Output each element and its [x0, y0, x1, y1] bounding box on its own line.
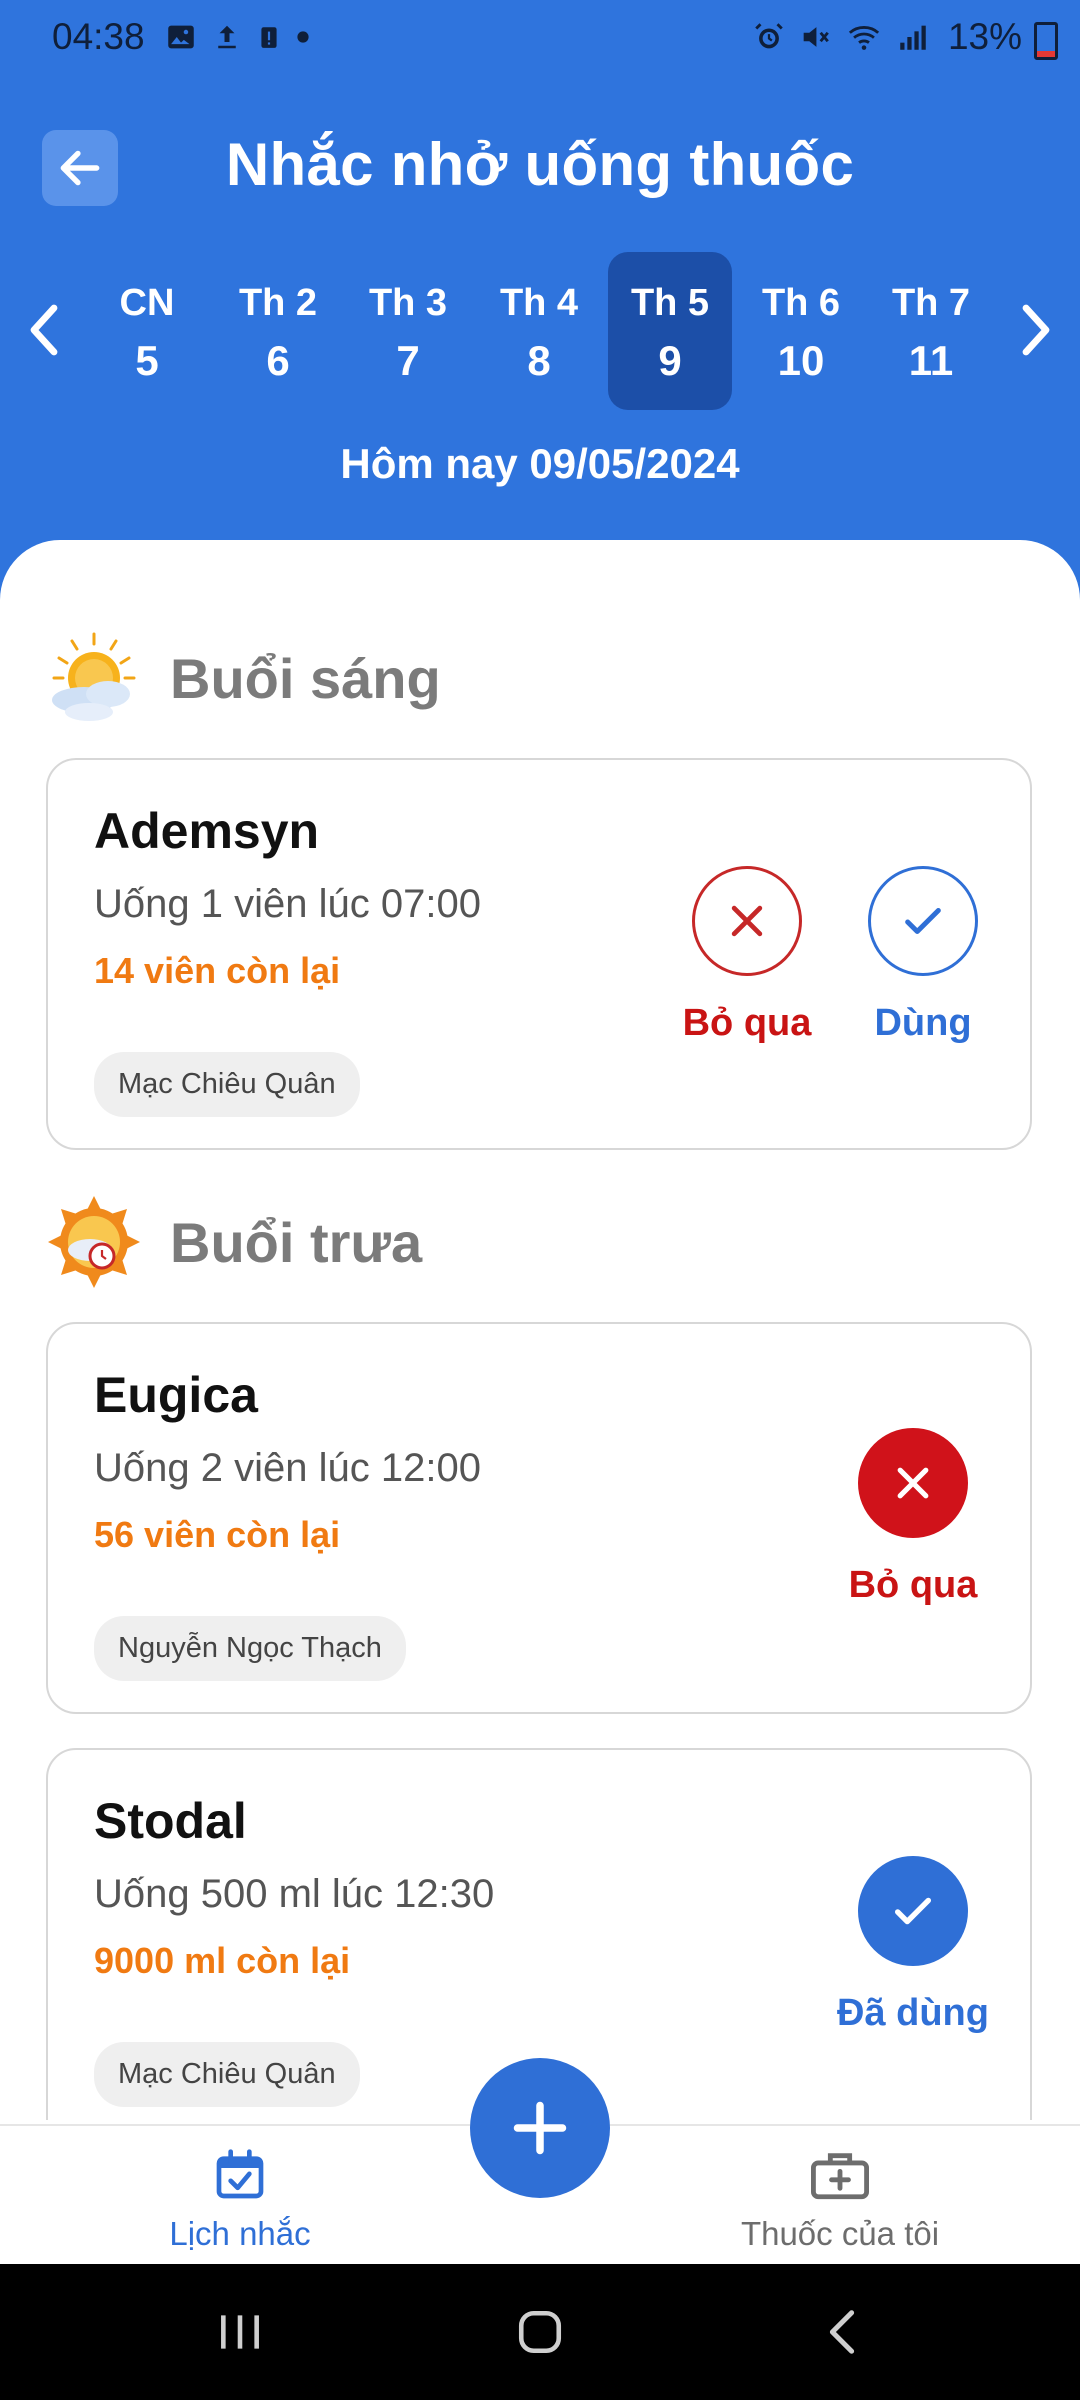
- section-title: Buổi trưa: [170, 1210, 423, 1274]
- medicine-name: Ademsyn: [94, 803, 320, 859]
- day-friday[interactable]: Th 6 10: [739, 252, 863, 410]
- day-name: Th 3: [368, 282, 448, 324]
- section-title: Buổi sáng: [170, 646, 441, 710]
- nav-schedule-label: Lịch nhắc: [169, 2215, 311, 2252]
- medicine-remaining: 14 viên còn lại: [94, 950, 341, 991]
- nav-my-medicines[interactable]: Thuốc của tôi: [720, 2146, 960, 2253]
- taken-circle[interactable]: [858, 1856, 968, 1966]
- today-date-label: Hôm nay 09/05/2024: [340, 440, 740, 487]
- alarm-icon: [755, 23, 783, 49]
- sun-clock-icon: [48, 1196, 140, 1288]
- check-icon: [905, 907, 941, 935]
- take-circle[interactable]: [868, 866, 978, 976]
- take-button[interactable]: Dùng: [858, 866, 988, 1045]
- day-name: Th 5: [630, 282, 710, 324]
- medicine-dose: Uống 2 viên lúc 12:00: [94, 1446, 481, 1490]
- skip-circle[interactable]: [692, 866, 802, 976]
- reminder-list[interactable]: Buổi sáng Ademsyn Uống 1 viên lúc 07:00 …: [0, 540, 1080, 2120]
- system-navigation-bar: [0, 2264, 1080, 2400]
- taken-label: Đã dùng: [837, 1992, 989, 2034]
- day-sunday[interactable]: CN 5: [85, 252, 209, 410]
- alert-battery-icon: [261, 27, 277, 48]
- medicine-dose: Uống 500 ml lúc 12:30: [94, 1872, 495, 1916]
- dot-icon: [297, 31, 309, 43]
- day-number: 9: [658, 337, 682, 384]
- medicine-dose: Uống 1 viên lúc 07:00: [94, 882, 481, 926]
- medicine-name: Eugica: [94, 1367, 258, 1423]
- skipped-label: Bỏ qua: [848, 1564, 978, 1606]
- home-button[interactable]: [510, 2302, 570, 2362]
- status-right-icons: [752, 20, 930, 54]
- medicine-remaining: 9000 ml còn lại: [94, 1940, 351, 1981]
- plus-icon: [513, 2101, 567, 2155]
- check-icon: [894, 1897, 932, 1925]
- day-name: Th 4: [499, 282, 579, 324]
- home-icon: [518, 2310, 562, 2354]
- day-number: 8: [527, 337, 551, 384]
- day-wednesday[interactable]: Th 4 8: [477, 252, 601, 410]
- owner-tag: Mạc Chiêu Quân: [94, 2042, 360, 2107]
- section-morning: Buổi sáng: [44, 628, 441, 728]
- day-saturday[interactable]: Th 7 11: [869, 252, 993, 410]
- owner-tag: Mạc Chiêu Quân: [94, 1052, 360, 1117]
- close-icon: [731, 905, 763, 937]
- day-number: 7: [396, 337, 420, 384]
- skipped-status-button[interactable]: Bỏ qua: [828, 1428, 998, 1607]
- wifi-icon: [848, 26, 880, 50]
- skip-label: Bỏ qua: [682, 1002, 812, 1044]
- status-bar: 04:38 13%: [0, 0, 1080, 78]
- close-icon: [897, 1467, 929, 1499]
- day-tuesday[interactable]: Th 3 7: [346, 252, 470, 410]
- recent-apps-icon: [221, 2315, 259, 2349]
- day-monday[interactable]: Th 2 6: [216, 252, 340, 410]
- medicine-name: Stodal: [94, 1793, 247, 1849]
- day-name: Th 6: [761, 282, 841, 324]
- chevron-right-icon: [1022, 304, 1050, 356]
- system-back-button[interactable]: [812, 2302, 872, 2362]
- taken-status-button[interactable]: Đã dùng: [818, 1856, 1008, 2035]
- image-icon: [168, 25, 194, 49]
- nav-schedule[interactable]: Lịch nhắc: [140, 2146, 340, 2253]
- battery-percent: 13%: [947, 16, 1022, 57]
- chevron-left-icon: [30, 304, 58, 356]
- sun-cloud-icon: [52, 632, 136, 721]
- status-left-icons: [164, 20, 310, 54]
- day-name: CN: [119, 282, 175, 324]
- day-number: 11: [908, 337, 954, 384]
- reminder-card-ademsyn[interactable]: Ademsyn Uống 1 viên lúc 07:00 14 viên cò…: [46, 758, 1032, 1150]
- battery-icon: [1034, 22, 1058, 60]
- day-thursday-selected[interactable]: Th 5 9: [608, 252, 732, 410]
- section-noon: Buổi trưa: [44, 1192, 422, 1292]
- nav-my-medicines-label: Thuốc của tôi: [740, 2215, 940, 2252]
- owner-tag: Nguyễn Ngọc Thạch: [94, 1616, 406, 1681]
- recent-apps-button[interactable]: [210, 2302, 270, 2362]
- signal-icon: [900, 25, 926, 50]
- add-reminder-button[interactable]: [470, 2058, 610, 2198]
- day-number: 10: [777, 337, 825, 384]
- medical-kit-icon: [811, 2153, 869, 2200]
- take-label: Dùng: [874, 1002, 972, 1044]
- previous-week-button[interactable]: [14, 300, 74, 360]
- mute-icon: [803, 27, 829, 47]
- upload-icon: [218, 25, 236, 49]
- reminder-card-eugica[interactable]: Eugica Uống 2 viên lúc 12:00 56 viên còn…: [46, 1322, 1032, 1714]
- status-time: 04:38: [52, 16, 145, 57]
- day-name: Th 7: [891, 282, 971, 324]
- skipped-circle[interactable]: [858, 1428, 968, 1538]
- back-chevron-icon: [829, 2310, 855, 2354]
- page-title: Nhắc nhở uống thuốc: [225, 131, 855, 198]
- medicine-remaining: 56 viên còn lại: [94, 1514, 341, 1555]
- day-name: Th 2: [238, 282, 318, 324]
- calendar-check-icon: [216, 2149, 264, 2199]
- day-number: 5: [135, 337, 159, 384]
- day-number: 6: [266, 337, 290, 384]
- skip-button[interactable]: Bỏ qua: [682, 866, 812, 1045]
- next-week-button[interactable]: [1006, 300, 1066, 360]
